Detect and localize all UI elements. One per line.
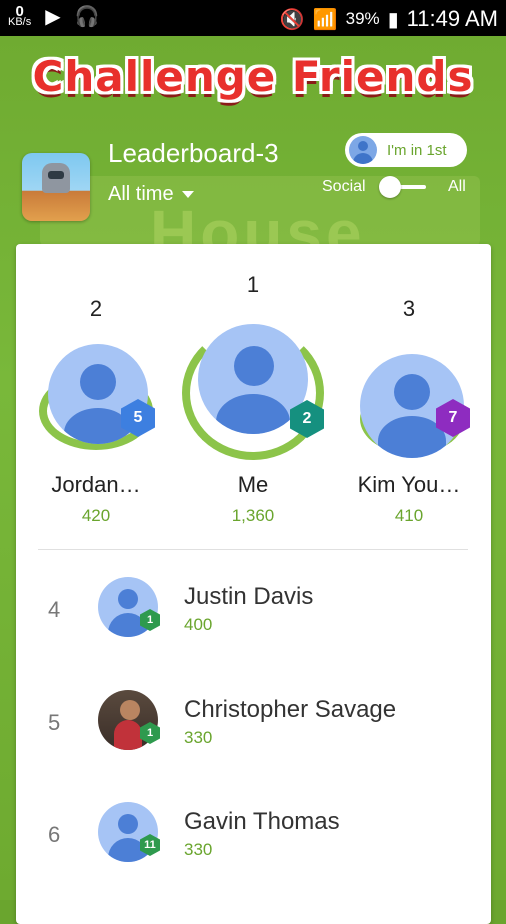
avatar-icon <box>349 136 377 164</box>
list-item[interactable]: 5 1 Christopher Savage 330 <box>16 672 491 782</box>
toggle-all-label: All <box>448 178 466 195</box>
battery-icon: ▮ <box>387 8 399 31</box>
player-score: 420 <box>81 506 111 525</box>
podium-rank: 1 <box>246 272 260 297</box>
robot-icon <box>42 163 70 193</box>
player-score: 330 <box>184 728 213 747</box>
player-score: 400 <box>184 615 213 634</box>
wifi-icon: 📶 <box>312 8 338 31</box>
list-item[interactable]: 4 1 Justin Davis 400 <box>16 559 491 669</box>
player-name: Jordan… <box>51 472 141 497</box>
podium-rank: 3 <box>402 296 416 321</box>
game-icon <box>22 153 90 221</box>
leaderboard-name: Leaderboard-3 <box>108 138 279 168</box>
player-score: 330 <box>184 840 213 859</box>
player-name: Me <box>237 472 269 497</box>
player-score: 410 <box>394 506 424 525</box>
headphones-icon: 🎧 <box>74 6 100 28</box>
im-in-1st-label: I'm in 1st <box>387 141 447 159</box>
toggle-social-label: Social <box>322 178 366 195</box>
clock: 11:49 AM <box>406 6 498 31</box>
row-rank: 6 <box>48 822 61 847</box>
player-name: Justin Davis <box>184 583 314 610</box>
status-left: 0 KB/s ▶ 🎧 <box>8 4 100 29</box>
divider <box>38 549 468 550</box>
status-right: 🔇 📶 39% ▮ 11:49 AM <box>280 6 498 32</box>
time-filter-label: All time <box>108 183 174 205</box>
im-in-1st-button[interactable]: I'm in 1st <box>345 133 467 167</box>
mute-icon: 🔇 <box>279 8 305 31</box>
battery-percent: 39% <box>345 9 380 28</box>
time-filter-dropdown[interactable]: All time <box>108 183 194 206</box>
status-bar: 0 KB/s ▶ 🎧 🔇 📶 39% ▮ 11:49 AM <box>0 0 506 36</box>
leaderboard-card: 2 5 Jordan… 420 1 2 Me 1,360 3 7 Kim You… <box>16 244 491 924</box>
page-title: Challenge Friends <box>32 52 474 101</box>
toggle-thumb[interactable] <box>379 176 401 198</box>
row-rank: 5 <box>48 710 61 735</box>
player-name: Kim You… <box>357 472 461 497</box>
caret-down-icon <box>181 191 194 198</box>
player-name: Christopher Savage <box>184 696 397 723</box>
row-rank: 4 <box>48 597 61 622</box>
podium-rank: 2 <box>89 296 103 321</box>
network-speed: 0 KB/s <box>8 4 32 28</box>
list-item[interactable]: 6 11 Gavin Thomas 330 <box>16 784 491 894</box>
player-score: 1,360 <box>231 506 275 525</box>
network-speed-unit: KB/s <box>8 15 32 28</box>
player-name: Gavin Thomas <box>184 808 340 835</box>
play-icon: ▶ <box>45 6 61 28</box>
